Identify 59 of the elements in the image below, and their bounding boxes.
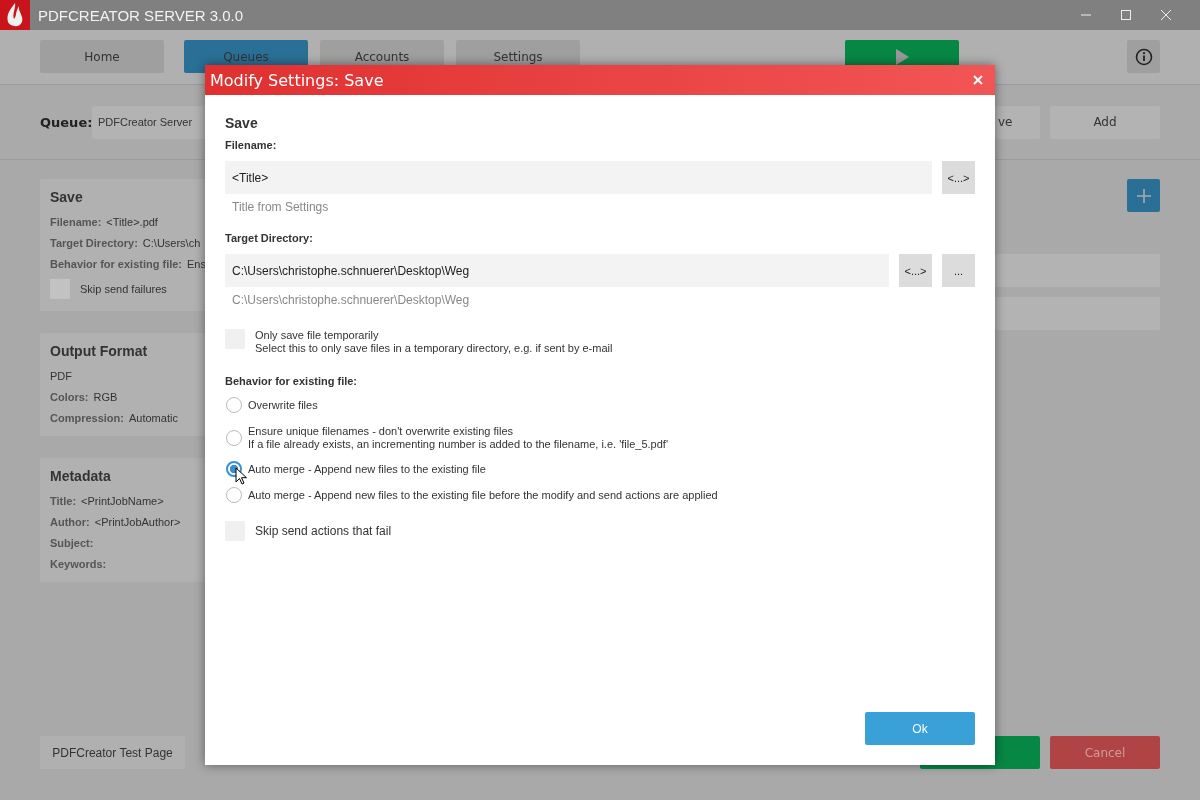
field-label: Filename: (50, 216, 102, 228)
section-heading: Save (225, 115, 258, 131)
field-value: Automatic (128, 412, 178, 424)
radio-description: If a file already exists, an incrementing number is added to the filename, i.e. 'file_5.pdf' (248, 438, 668, 451)
card-title: Output Format (50, 343, 148, 359)
field-label: Subject: (50, 537, 94, 549)
radio-label: Overwrite files (248, 398, 318, 412)
field-label: Compression: (50, 412, 124, 424)
radio-button[interactable] (226, 487, 242, 503)
mouse-cursor-icon (235, 467, 247, 485)
field-label: Title: (50, 495, 77, 507)
field-label: Target Directory: (225, 232, 313, 244)
window-title: PDFCREATOR SERVER 3.0.0 (38, 6, 244, 24)
radio-label: Ensure unique filenames - don't overwrite existing files (248, 425, 514, 438)
filename-preview: Title from Settings (232, 200, 329, 214)
checkbox-label: Skip send failures (80, 283, 167, 295)
directory-field[interactable]: C:\Users\christophe.schnuerer\Desktop\Weg (225, 254, 889, 287)
radio-button[interactable] (226, 397, 242, 413)
info-icon (1134, 47, 1153, 66)
queue-label: Queue: (40, 114, 92, 130)
info-button[interactable] (1127, 40, 1160, 73)
test-page-button[interactable]: PDFCreator Test Page (40, 736, 185, 769)
field-value: RGB (93, 391, 118, 403)
field-label: Colors: (50, 391, 89, 403)
plus-icon (1136, 188, 1151, 203)
radio-label: Auto merge - Append new files to the existing file before the modify and send actions are applied (248, 488, 718, 502)
queue-button[interactable]: ve (995, 105, 1040, 139)
field-value: C:\Users\ch (142, 237, 201, 249)
filename-field[interactable]: <Title> (225, 161, 932, 194)
play-icon (895, 48, 909, 65)
checkbox-label: Only save file temporarily (255, 329, 380, 342)
browse-button[interactable]: ... (942, 254, 975, 287)
field-value: PDF (50, 370, 72, 382)
checkbox-description: Select this to only save files in a temporary directory, e.g. if sent by e-mail (255, 342, 613, 355)
field-value: Ens (187, 258, 206, 270)
field-value: <PrintJobAuthor> (94, 516, 181, 528)
checkbox-label: Skip send actions that fail (255, 524, 392, 538)
field-label: Behavior for existing file: (50, 258, 183, 270)
directory-preview: C:\Users\christophe.schnuerer\Desktop\Weg (232, 293, 470, 307)
maximize-icon[interactable] (1120, 9, 1132, 21)
dialog-title: Modify Settings: Save (210, 70, 384, 90)
field-value: <Title>.pdf (106, 216, 158, 228)
close-icon[interactable] (1160, 9, 1172, 21)
field-label: Author: (50, 516, 90, 528)
field-label: Target Directory: (50, 237, 138, 249)
add-button[interactable] (1127, 179, 1160, 212)
field-label: Behavior for existing file: (225, 375, 358, 387)
token-button[interactable]: <...> (899, 254, 932, 287)
field-label: Filename: (225, 139, 277, 151)
card-title: Save (50, 189, 83, 205)
field-value: <PrintJobName> (81, 495, 164, 507)
nav-tab[interactable]: Home (40, 40, 164, 73)
queue-button[interactable]: Add (1050, 105, 1160, 139)
token-button[interactable]: <...> (942, 161, 975, 194)
radio-label: Auto merge - Append new files to the existing file (248, 462, 486, 476)
radio-button[interactable] (226, 430, 242, 446)
flame-logo-icon (0, 0, 30, 30)
card-title: Metadata (50, 468, 111, 484)
field-label: Keywords: (50, 558, 107, 570)
